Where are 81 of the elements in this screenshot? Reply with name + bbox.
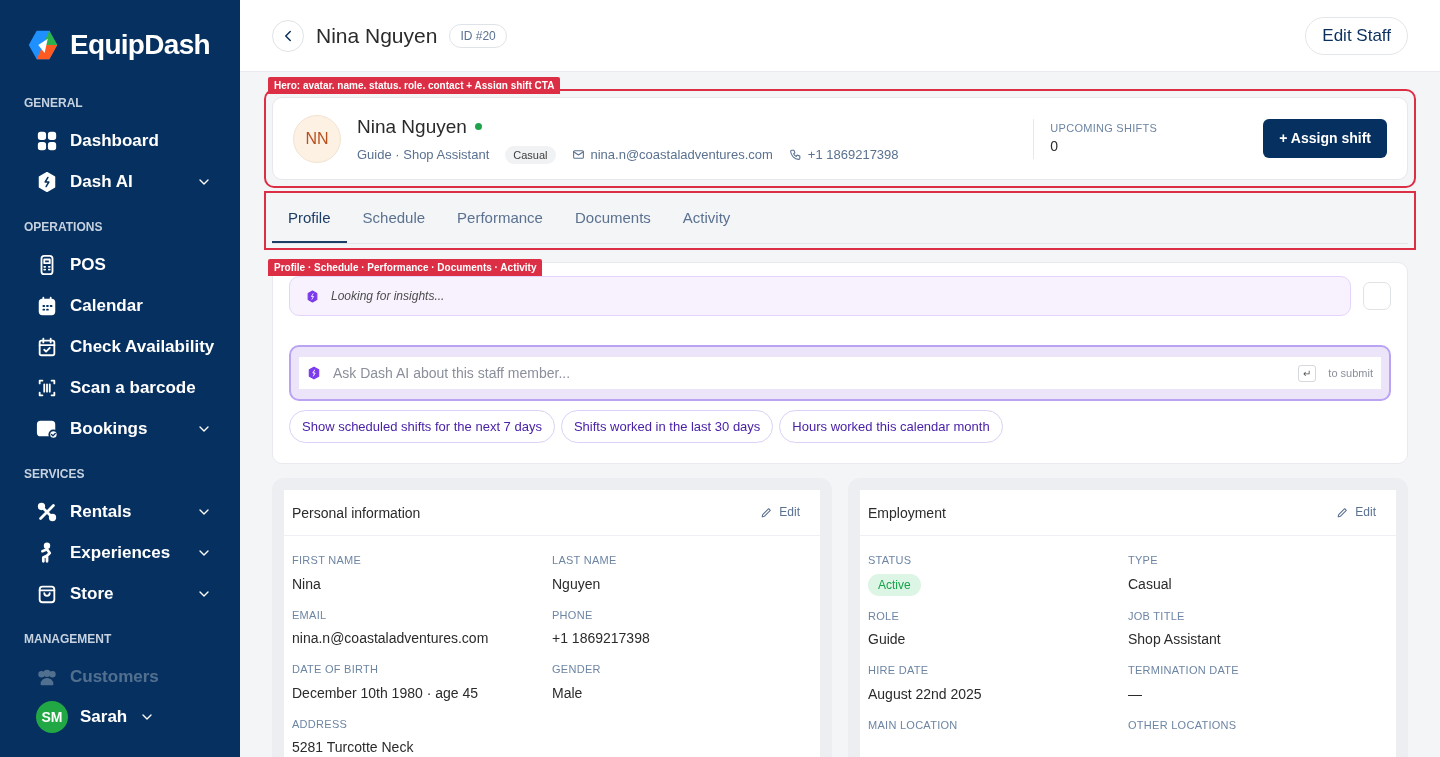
field-label: TYPE [1128, 553, 1159, 568]
tab[interactable]: Profile [272, 195, 347, 243]
field-value: Casual [1128, 574, 1173, 594]
user-avatar: SM [36, 701, 68, 733]
nav-item[interactable]: Bookings [24, 408, 216, 449]
field-label: FIRST NAME [292, 553, 363, 568]
calendar-check-icon [36, 335, 58, 358]
status-badge: Active [868, 573, 921, 596]
page-title: Nina Nguyen [316, 22, 438, 49]
staff-name: Nina Nguyen [357, 114, 467, 139]
sparkle-shield-icon [307, 366, 321, 380]
section-heading: OPERATIONS [24, 219, 104, 236]
field-label: TERMINATION DATE [1128, 663, 1240, 678]
nav-item[interactable]: Dashboard [24, 120, 216, 161]
nav-item[interactable]: Scan a barcode [24, 367, 216, 408]
calendar-icon [36, 294, 58, 317]
edit-link[interactable]: Edit [1336, 503, 1376, 521]
section-heading: GENERAL [24, 95, 84, 112]
card-title: Employment [868, 504, 946, 523]
field-label: PHONE [552, 607, 594, 623]
field-label: LAST NAME [552, 553, 618, 568]
grid-icon [36, 129, 58, 152]
field-label: STATUS [868, 553, 913, 568]
field-value: Nina [292, 574, 322, 594]
type-badge: Casual [505, 145, 556, 164]
shield-icon [36, 170, 58, 193]
stat-value: 0 [1050, 137, 1060, 157]
assign-shift-button[interactable]: + Assign shift [1263, 119, 1387, 158]
enter-key: ↵ [1298, 364, 1317, 382]
field-value: Male [552, 683, 584, 703]
nav-item[interactable]: Rentals [24, 491, 216, 532]
edit-link[interactable]: Edit [760, 503, 800, 521]
field-label: ROLE [868, 608, 901, 624]
field-label: DATE OF BIRTH [292, 662, 380, 677]
staff-phone[interactable]: +1 1869217398 [807, 145, 899, 165]
section-heading: MANAGEMENT [24, 631, 113, 648]
submit-hint: to submit [1328, 365, 1373, 381]
staff-avatar: NN [293, 114, 341, 163]
brand-name: EquipDash [70, 28, 210, 62]
staff-role: Guide · Shop Assistant [357, 146, 490, 164]
field-value: Guide [868, 630, 907, 649]
tab[interactable]: Schedule [346, 195, 442, 243]
ask-input[interactable]: Ask Dash AI about this staff member... [333, 362, 1287, 384]
user-name[interactable]: Sarah [80, 704, 128, 730]
insights-text: Looking for insights... [331, 288, 445, 305]
nav-item[interactable]: Experiences [24, 532, 216, 573]
field-value: August 22nd 2025 [868, 684, 983, 704]
card-title: Personal information [292, 504, 421, 523]
field-label: EMAIL [292, 607, 328, 623]
field-value: Nguyen [552, 574, 602, 594]
section-heading: SERVICES [24, 466, 86, 483]
staff-email[interactable]: nina.n@coastaladventures.com [590, 145, 773, 165]
field-label: OTHER LOCATIONS [1128, 717, 1238, 733]
field-value: Shop Assistant [1128, 630, 1222, 649]
pencil-icon [760, 505, 774, 519]
tab[interactable]: Activity [666, 195, 747, 243]
field-label: HIRE DATE [868, 663, 930, 678]
mail-icon [571, 148, 585, 162]
nav-item[interactable]: POS [24, 244, 216, 285]
ask-field[interactable]: Ask Dash AI about this staff member... ↵ to submit [299, 357, 1381, 389]
nav-item[interactable]: Store [24, 573, 216, 614]
pencil-icon [1336, 505, 1350, 519]
field-label: ADDRESS [292, 716, 349, 732]
field-label: MAIN LOCATION [868, 717, 959, 733]
tab[interactable]: Documents [558, 195, 667, 243]
stat-label: UPCOMING SHIFTS [1050, 120, 1159, 136]
phone-icon [788, 148, 802, 162]
field-label: JOB TITLE [1128, 608, 1186, 624]
sparkle-shield-icon [306, 289, 319, 303]
annotation-label: Profile · Schedule · Performance · Documents · Activity [268, 259, 543, 276]
nav-item[interactable]: Dash AI [24, 161, 216, 202]
field-value: — [1128, 684, 1143, 704]
field-value: 5281 Turcotte Neck [292, 738, 415, 757]
field-value: December 10th 1980 · age 45 [292, 683, 479, 703]
field-value: +1 1869217398 [552, 629, 651, 648]
field-value: nina.n@coastaladventures.com [292, 629, 490, 648]
tab[interactable]: Performance [441, 195, 559, 243]
nav-item[interactable]: Calendar [24, 285, 216, 326]
square-button[interactable] [1363, 282, 1391, 310]
nav-item[interactable]: Check Availability [24, 326, 216, 367]
field-label: GENDER [552, 662, 602, 677]
